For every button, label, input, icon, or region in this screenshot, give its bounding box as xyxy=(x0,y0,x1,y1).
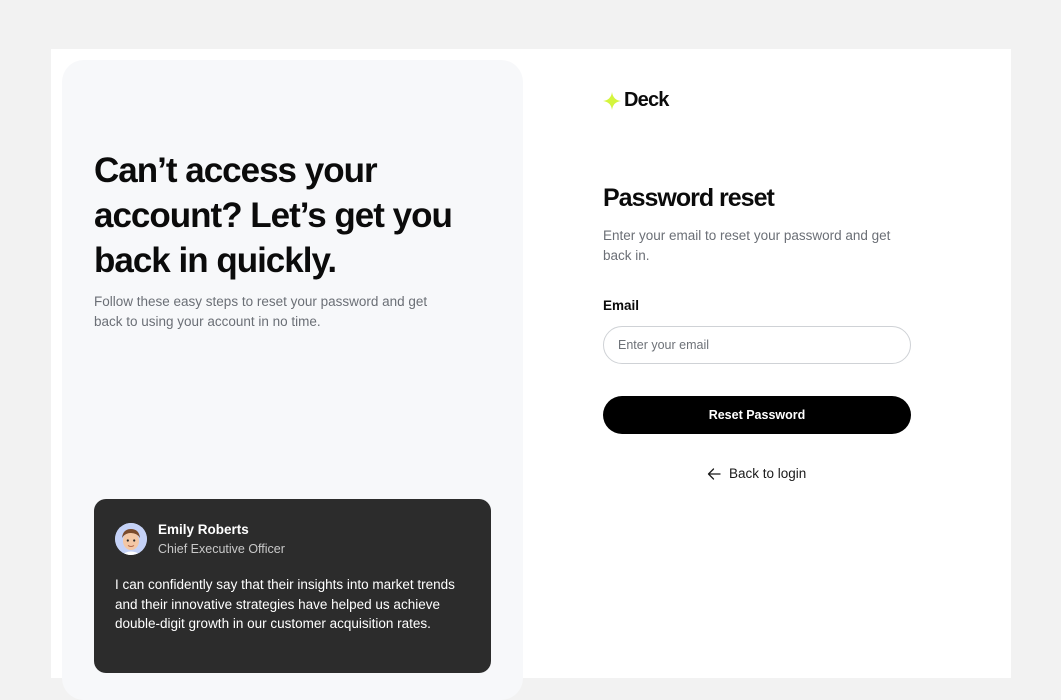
form-subtitle: Enter your email to reset your password … xyxy=(603,228,891,263)
reset-password-button[interactable]: Reset Password xyxy=(603,396,911,434)
avatar-memoji-icon xyxy=(115,523,147,555)
testimonial-role: Chief Executive Officer xyxy=(158,542,285,556)
email-label: Email xyxy=(603,298,640,313)
brand-logo[interactable]: Deck xyxy=(603,89,669,112)
hero-subtitle: Follow these easy steps to reset your pa… xyxy=(94,294,428,329)
testimonial-card: Emily Roberts Chief Executive Officer I … xyxy=(94,499,491,673)
email-input[interactable] xyxy=(603,326,911,364)
testimonial-quote: I can confidently say that their insight… xyxy=(115,577,455,631)
back-to-login-label: Back to login xyxy=(729,466,807,481)
hero-title: Can’t access your account? Let’s get you… xyxy=(94,151,453,280)
sparkle-icon xyxy=(603,91,621,110)
brand-name: Deck xyxy=(624,89,669,111)
testimonial-name: Emily Roberts xyxy=(158,522,249,537)
arrow-left-icon xyxy=(707,467,721,480)
app-frame: Can’t access your account? Let’s get you… xyxy=(51,49,1011,700)
promo-panel: Can’t access your account? Let’s get you… xyxy=(62,60,523,700)
back-to-login-link[interactable]: Back to login xyxy=(707,466,806,481)
form-title: Password reset xyxy=(603,184,775,212)
avatar xyxy=(115,523,147,555)
